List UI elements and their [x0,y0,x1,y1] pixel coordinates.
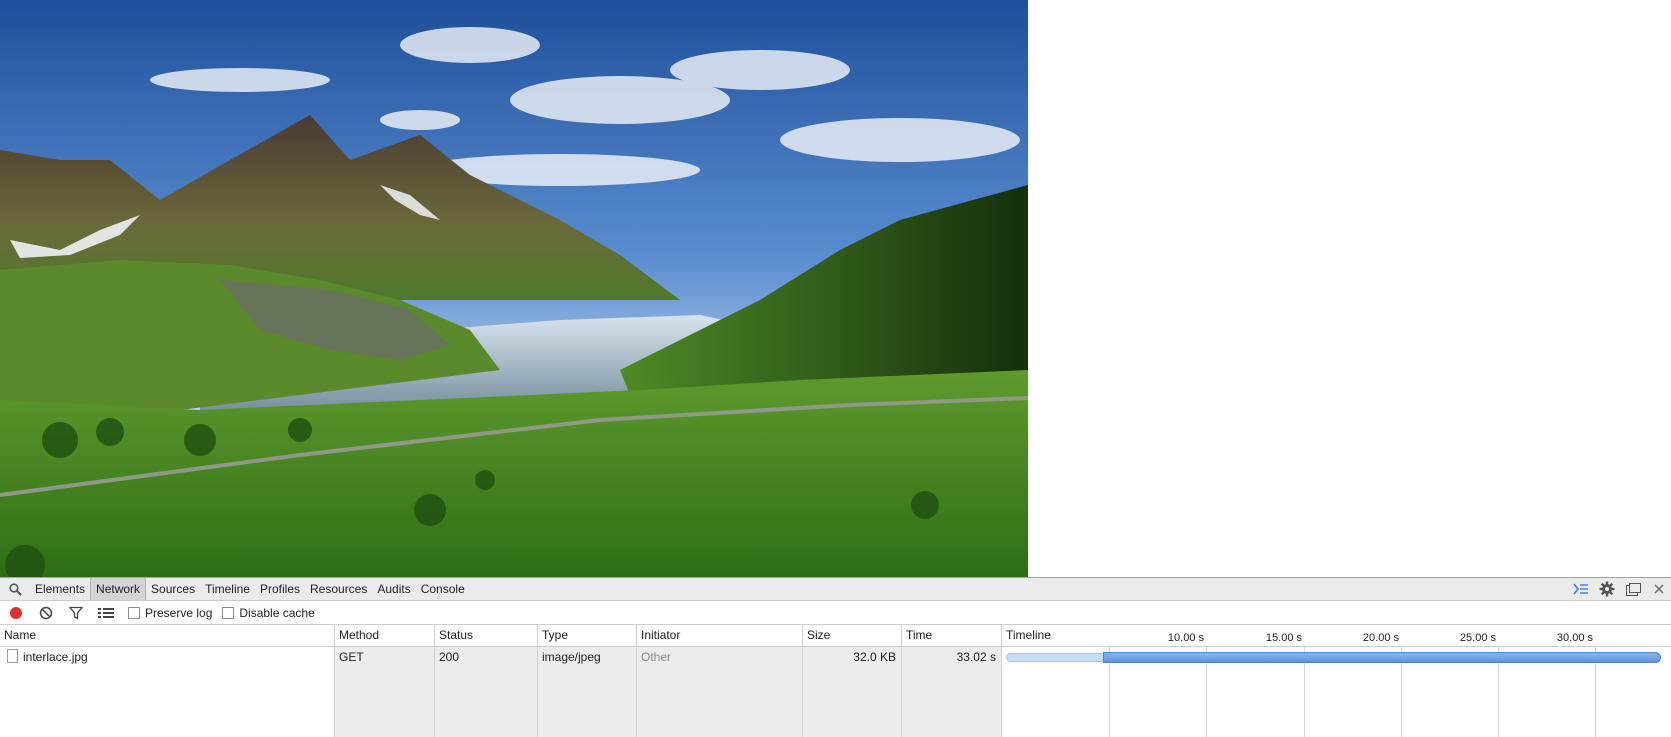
clear-icon[interactable] [38,605,54,621]
file-icon [7,649,18,663]
record-icon[interactable] [8,605,24,621]
preserve-log-box[interactable] [128,606,140,619]
disable-cache-box[interactable] [222,606,235,619]
preserve-log-label: Preserve log [145,605,213,620]
column-header-size[interactable]: Size [802,625,901,646]
row-status: 200 [439,650,460,664]
network-toolbar: Preserve log Disable cache [0,601,1671,625]
column-header-status[interactable]: Status [434,625,537,646]
devtools-panel: Elements Network Sources Timeline Profil… [0,577,1671,737]
console-drawer-icon[interactable] [1573,581,1589,597]
disable-cache-label: Disable cache [239,605,315,620]
column-header-initiator[interactable]: Initiator [636,625,802,646]
timeline-bar-waiting[interactable] [1006,653,1104,662]
tabbar-actions [1573,578,1671,600]
disable-cache-checkbox[interactable]: Disable cache [222,605,315,620]
devtools-tabbar: Elements Network Sources Timeline Profil… [0,578,1671,601]
tab-audits[interactable]: Audits [372,578,415,600]
tab-network[interactable]: Network [90,578,147,600]
preserve-log-checkbox[interactable]: Preserve log [128,606,212,620]
table-body: interlace.jpg GET 200 image/jpeg Other 3… [0,647,1671,737]
gear-icon[interactable] [1599,581,1615,597]
timeline-tick-label: 30.00 s [1556,632,1593,644]
timeline-tick-label: 25.00 s [1459,632,1496,644]
timeline-tick-label: 10.00 s [1167,632,1204,644]
tab-console[interactable]: Console [416,578,470,600]
page-viewport [0,0,1671,577]
tab-profiles[interactable]: Profiles [255,578,305,600]
column-header-name[interactable]: Name [0,625,334,646]
row-name-cell[interactable]: interlace.jpg [3,647,331,668]
table-header: Name Method Status Type Initiator Size T… [0,625,1671,647]
timeline-tick-label: 15.00 s [1265,632,1302,644]
list-view-icon[interactable] [98,605,114,621]
dock-side-icon[interactable] [1625,581,1641,597]
network-table: Name Method Status Type Initiator Size T… [0,625,1671,737]
timeline-tick-label: 20.00 s [1362,632,1399,644]
tab-timeline[interactable]: Timeline [200,578,255,600]
row-time: 33.02 s [956,650,996,664]
row-initiator: Other [641,650,672,664]
filter-icon[interactable] [68,605,84,621]
tab-elements[interactable]: Elements [30,578,90,600]
tab-sources[interactable]: Sources [146,578,200,600]
row-name[interactable]: interlace.jpg [23,650,88,664]
search-icon[interactable] [0,578,30,600]
timeline-bar-receiving[interactable] [1103,652,1661,663]
column-header-method[interactable]: Method [334,625,434,646]
row-type: image/jpeg [542,650,601,664]
row-method: GET [339,650,364,664]
column-header-time[interactable]: Time [901,625,1001,646]
landscape-image [0,0,1028,577]
row-size: 32.0 KB [853,650,896,664]
close-icon[interactable] [1651,581,1667,597]
tab-resources[interactable]: Resources [305,578,372,600]
column-header-type[interactable]: Type [537,625,636,646]
